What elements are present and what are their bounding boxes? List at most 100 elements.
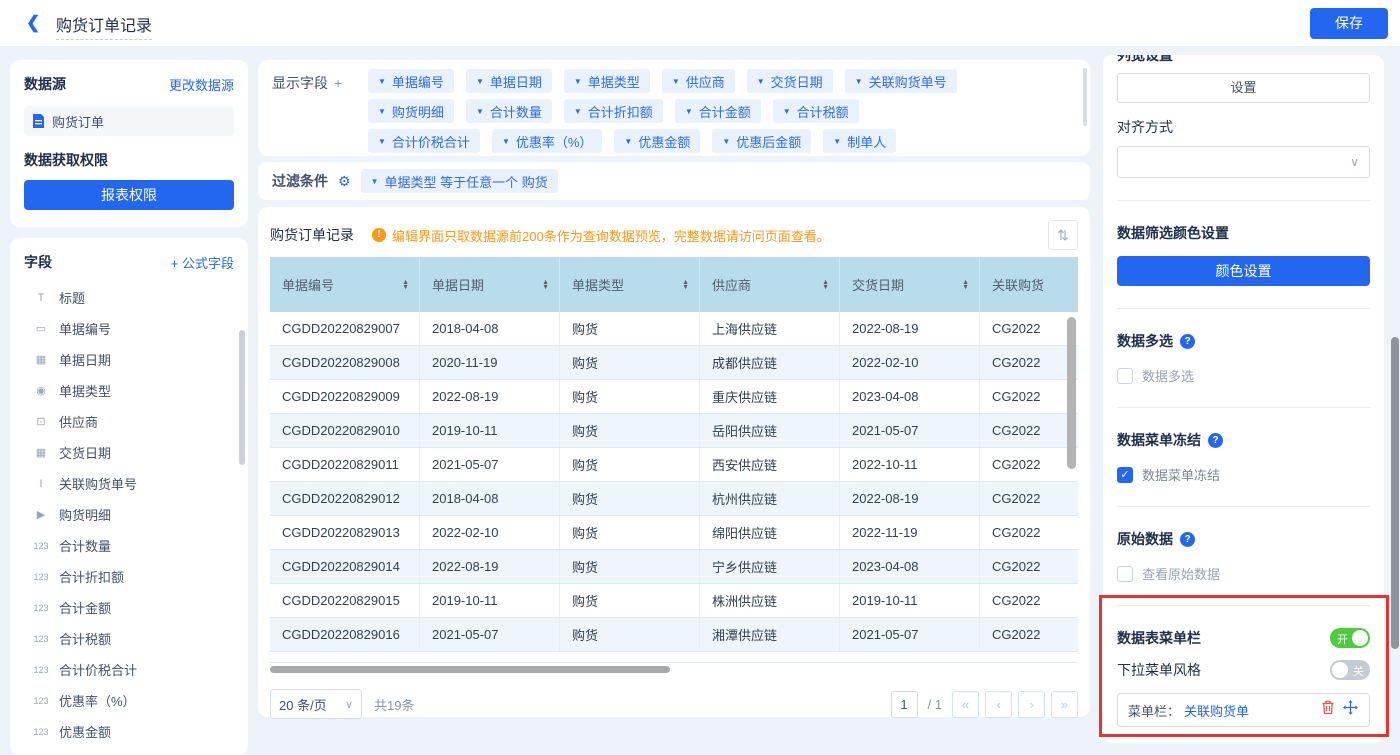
page-number-input[interactable]: 1 xyxy=(891,691,918,718)
report-perm-button[interactable]: 报表权限 xyxy=(24,180,234,210)
column-header[interactable]: 单据编号▲▼ xyxy=(270,257,420,312)
field-item[interactable]: ▶购货明细 xyxy=(24,499,234,530)
prev-page-button[interactable]: ‹ xyxy=(985,691,1012,718)
display-field-chip[interactable]: ▼单据类型 xyxy=(564,69,650,93)
field-item[interactable]: ⊡供应商 xyxy=(24,406,234,437)
column-header[interactable]: 单据类型▲▼ xyxy=(560,257,700,312)
table-cell: 西安供应链 xyxy=(700,448,840,481)
field-item[interactable]: ▭单据编号 xyxy=(24,313,234,344)
table-cell: CG2022 xyxy=(980,346,1078,379)
table-row-partial[interactable] xyxy=(270,652,1078,663)
field-label: 合计数量 xyxy=(59,536,111,555)
display-field-chip[interactable]: ▼单据日期 xyxy=(466,69,552,93)
field-item[interactable]: T标题 xyxy=(24,282,234,313)
add-display-field-icon[interactable]: + xyxy=(334,75,342,91)
table-row[interactable]: CGDD202208290152019-10-11购货株洲供应链2019-10-… xyxy=(270,584,1078,618)
table-row[interactable]: CGDD202208290132022-02-10购货绵阳供应链2022-11-… xyxy=(270,516,1078,550)
sort-icon[interactable]: ▲▼ xyxy=(682,280,689,290)
column-setting-button[interactable]: 设置 xyxy=(1117,73,1370,103)
table-row[interactable]: CGDD202208290082020-11-19购货成都供应链2022-02-… xyxy=(270,346,1078,380)
fields-scrollbar-thumb[interactable] xyxy=(239,330,245,465)
display-field-chip[interactable]: ▼制单人 xyxy=(823,129,896,153)
field-item[interactable]: ▦交货日期 xyxy=(24,437,234,468)
change-datasource-link[interactable]: 更改数据源 xyxy=(169,75,234,94)
align-select[interactable]: ∨ xyxy=(1117,146,1370,178)
display-field-chip[interactable]: ▼交货日期 xyxy=(747,69,833,93)
dropdown-style-toggle[interactable]: 关 xyxy=(1330,660,1370,680)
help-icon[interactable]: ? xyxy=(1180,532,1195,547)
gear-icon[interactable]: ⚙ xyxy=(338,173,351,190)
field-item[interactable]: 123合计数量 xyxy=(24,530,234,561)
column-header[interactable]: 交货日期▲▼ xyxy=(840,257,980,312)
multi-select-checkbox-row[interactable]: 数据多选 xyxy=(1117,366,1370,385)
menu-bar-toggle[interactable]: 开 xyxy=(1330,628,1370,648)
sort-icon[interactable]: ▲▼ xyxy=(542,280,549,290)
display-field-chip[interactable]: ▼供应商 xyxy=(662,69,735,93)
menu-item-value[interactable]: 关联购货单 xyxy=(1184,701,1315,720)
chevron-down-icon: ▼ xyxy=(833,137,841,146)
field-item[interactable]: 123合计金额 xyxy=(24,592,234,623)
table-cell: 购货 xyxy=(560,346,700,379)
field-item[interactable]: ▦单据日期 xyxy=(24,344,234,375)
back-icon[interactable]: ❮ xyxy=(26,13,40,33)
table-row[interactable]: CGDD202208290102019-10-11购货岳阳供应链2021-05-… xyxy=(270,414,1078,448)
color-setting-button[interactable]: 颜色设置 xyxy=(1117,256,1370,286)
menu-freeze-checkbox[interactable]: ✓ xyxy=(1117,467,1133,483)
column-header[interactable]: 供应商▲▼ xyxy=(700,257,840,312)
display-field-chip[interactable]: ▼合计价税合计 xyxy=(368,129,480,153)
display-field-chip[interactable]: ▼关联购货单号 xyxy=(845,69,957,93)
menu-freeze-checkbox-row[interactable]: ✓ 数据菜单冻结 xyxy=(1117,465,1370,484)
next-page-button[interactable]: › xyxy=(1018,691,1045,718)
display-field-chip[interactable]: ▼单据编号 xyxy=(368,69,454,93)
table-row[interactable]: CGDD202208290122018-04-08购货杭州供应链2022-08-… xyxy=(270,482,1078,516)
help-icon[interactable]: ? xyxy=(1208,433,1223,448)
filter-chip[interactable]: ▼ 单据类型 等于任意一个 购货 xyxy=(361,169,558,193)
horizontal-scrollbar-thumb[interactable] xyxy=(270,666,670,673)
display-field-chip[interactable]: ▼合计税额 xyxy=(773,99,859,123)
display-field-chip[interactable]: ▼优惠金额 xyxy=(614,129,700,153)
raw-data-checkbox-row[interactable]: 查看原始数据 xyxy=(1117,564,1370,583)
table-row[interactable]: CGDD202208290092022-08-19购货重庆供应链2023-04-… xyxy=(270,380,1078,414)
first-page-button[interactable]: « xyxy=(952,691,979,718)
datasource-item[interactable]: 购货订单 xyxy=(24,106,234,136)
table-scrollbar-thumb[interactable] xyxy=(1067,317,1076,469)
table-cell: 2022-08-19 xyxy=(420,550,560,583)
sort-icon[interactable]: ▲▼ xyxy=(402,280,409,290)
display-field-chip[interactable]: ▼合计折扣额 xyxy=(564,99,663,123)
display-field-chip[interactable]: ▼购货明细 xyxy=(368,99,454,123)
field-item[interactable]: 123优惠率（%） xyxy=(24,685,234,716)
raw-data-checkbox[interactable] xyxy=(1117,566,1133,582)
field-item[interactable]: 123合计价税合计 xyxy=(24,654,234,685)
trash-icon[interactable] xyxy=(1319,700,1337,720)
last-page-button[interactable]: » xyxy=(1051,691,1078,718)
field-item[interactable]: 123合计税额 xyxy=(24,623,234,654)
field-item[interactable]: ◉单据类型 xyxy=(24,375,234,406)
table-row[interactable]: CGDD202208290142022-08-19购货宁乡供应链2023-04-… xyxy=(270,550,1078,584)
field-item[interactable]: 123合计折扣额 xyxy=(24,561,234,592)
field-item[interactable]: I关联购货单号 xyxy=(24,468,234,499)
save-button[interactable]: 保存 xyxy=(1310,8,1388,39)
chips-scrollbar-thumb[interactable] xyxy=(1083,68,1087,126)
display-field-chip[interactable]: ▼合计金额 xyxy=(675,99,761,123)
sort-button[interactable]: ⇅ xyxy=(1048,220,1078,250)
display-field-chip[interactable]: ▼优惠后金额 xyxy=(712,129,811,153)
sort-icon[interactable]: ▲▼ xyxy=(822,280,829,290)
field-item[interactable]: 123优惠金额 xyxy=(24,716,234,747)
move-icon[interactable] xyxy=(1341,700,1359,720)
display-field-chip[interactable]: ▼优惠率（%） xyxy=(492,129,602,153)
table-row[interactable]: CGDD202208290112021-05-07购货西安供应链2022-10-… xyxy=(270,448,1078,482)
add-action-menu-link[interactable]: + 添加操作菜单 xyxy=(1117,741,1370,743)
table-row[interactable]: CGDD202208290162021-05-07购货湘潭供应链2021-05-… xyxy=(270,618,1078,652)
text-icon: I xyxy=(32,478,50,490)
table-row[interactable]: CGDD202208290072018-04-08购货上海供应链2022-08-… xyxy=(270,312,1078,346)
table-cell: CG2022 xyxy=(980,584,1078,617)
help-icon[interactable]: ? xyxy=(1180,334,1195,349)
column-header[interactable]: 单据日期▲▼ xyxy=(420,257,560,312)
page-scrollbar-thumb[interactable] xyxy=(1391,337,1399,649)
column-header[interactable]: 关联购货 xyxy=(980,257,1078,312)
page-size-select[interactable]: 20 条/页 ∨ xyxy=(270,689,362,719)
multi-select-checkbox[interactable] xyxy=(1117,368,1133,384)
display-field-chip[interactable]: ▼合计数量 xyxy=(466,99,552,123)
formula-field-link[interactable]: + 公式字段 xyxy=(171,253,234,272)
sort-icon[interactable]: ▲▼ xyxy=(962,280,969,290)
